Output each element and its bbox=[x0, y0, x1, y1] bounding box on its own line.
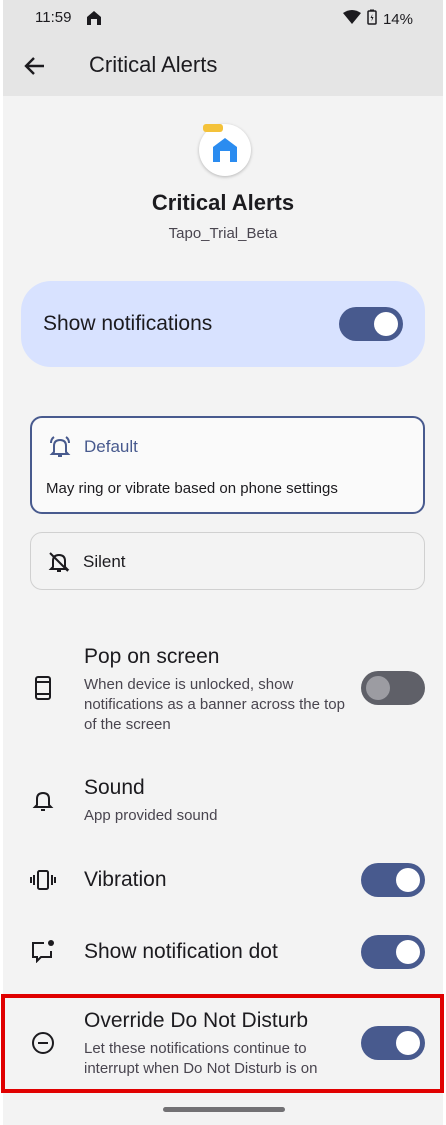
screen: 11:59 14% Critical Alerts Critical Alert… bbox=[3, 0, 443, 1125]
app-bar: Critical Alerts bbox=[3, 36, 443, 96]
setting-notification-dot[interactable]: Show notification dot bbox=[3, 932, 443, 972]
status-bar: 11:59 14% bbox=[3, 0, 443, 36]
status-time: 11:59 bbox=[35, 9, 72, 26]
sound-subtitle: App provided sound bbox=[84, 807, 218, 824]
vibration-icon bbox=[30, 867, 56, 893]
gesture-navigation-bar[interactable] bbox=[163, 1107, 285, 1112]
bell-ringing-icon bbox=[49, 436, 71, 457]
option-silent[interactable]: Silent bbox=[30, 532, 425, 590]
vibration-title: Vibration bbox=[84, 868, 167, 891]
channel-name: Critical Alerts bbox=[151, 190, 295, 215]
bell-off-icon bbox=[48, 552, 70, 572]
beta-badge bbox=[203, 124, 223, 132]
battery-level: 14% bbox=[382, 10, 413, 28]
option-silent-title: Silent bbox=[83, 552, 126, 571]
sound-title: Sound bbox=[84, 776, 145, 799]
option-default-title: Default bbox=[84, 437, 138, 456]
vibration-toggle[interactable] bbox=[361, 863, 425, 897]
show-notifications-toggle[interactable] bbox=[339, 307, 403, 341]
setting-sound[interactable]: Sound App provided sound bbox=[3, 772, 443, 832]
pop-on-screen-subtitle: When device is unlocked, show notificati… bbox=[84, 676, 345, 733]
setting-vibration[interactable]: Vibration bbox=[3, 860, 443, 900]
pop-on-screen-toggle[interactable] bbox=[361, 671, 425, 705]
setting-pop-on-screen[interactable]: Pop on screen When device is unlocked, s… bbox=[3, 640, 443, 740]
notification-dot-icon bbox=[30, 938, 56, 964]
page-title: Critical Alerts bbox=[89, 52, 218, 77]
battery-icon bbox=[367, 9, 377, 29]
notification-dot-title: Show notification dot bbox=[84, 940, 278, 963]
back-button[interactable] bbox=[21, 52, 49, 80]
show-notifications-label: Show notifications bbox=[43, 312, 213, 335]
arrow-back-icon bbox=[24, 57, 44, 75]
pop-on-screen-title: Pop on screen bbox=[84, 645, 220, 668]
phone-icon bbox=[30, 675, 56, 701]
tapo-logo-icon bbox=[213, 138, 237, 162]
wifi-icon bbox=[342, 10, 361, 28]
highlight-box bbox=[1, 994, 444, 1093]
option-default[interactable]: Default May ring or vibrate based on pho… bbox=[30, 416, 425, 514]
notification-dot-toggle[interactable] bbox=[361, 935, 425, 969]
option-default-description: May ring or vibrate based on phone setti… bbox=[46, 480, 338, 497]
tapo-notification-icon bbox=[85, 9, 103, 27]
show-notifications-card[interactable]: Show notifications bbox=[21, 281, 425, 367]
app-name: Tapo_Trial_Beta bbox=[168, 225, 278, 242]
status-right: 14% bbox=[342, 9, 413, 29]
bell-icon bbox=[30, 788, 56, 814]
